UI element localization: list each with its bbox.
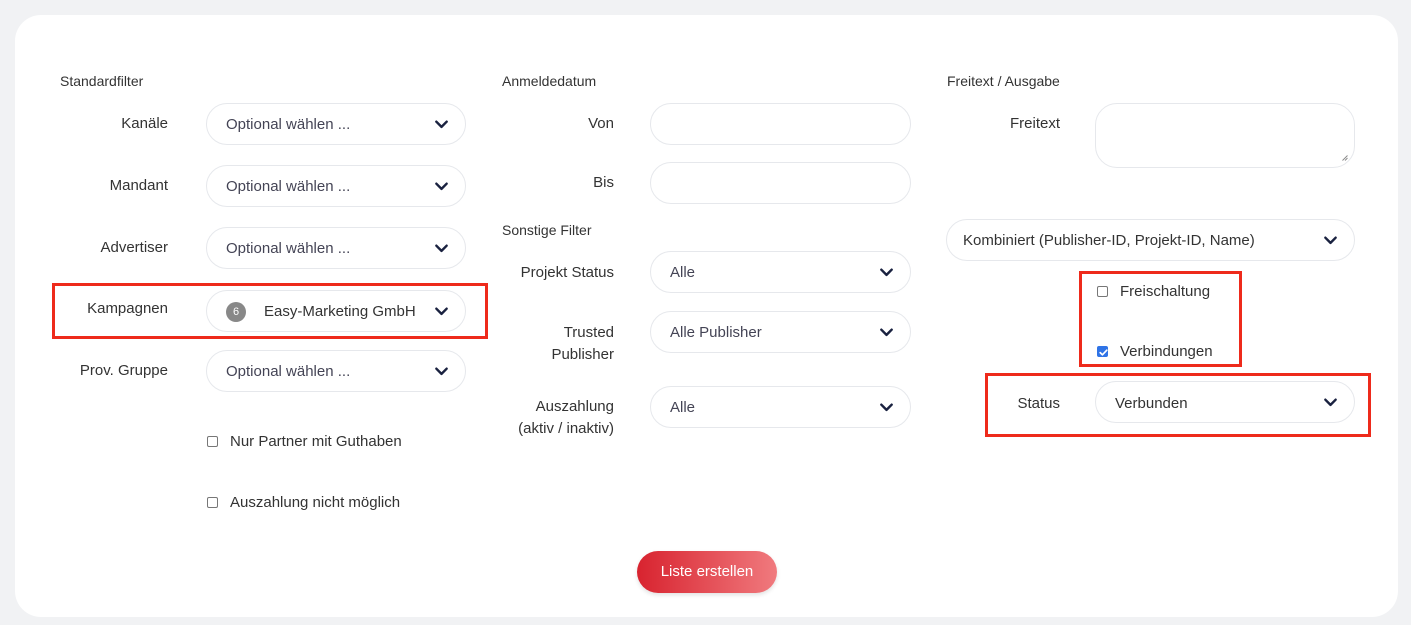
textarea-freitext[interactable]: [1095, 103, 1355, 168]
input-bis-date[interactable]: [650, 162, 911, 204]
select-projekt-status[interactable]: Alle: [650, 251, 911, 293]
select-mandant[interactable]: Optional wählen ...: [206, 165, 466, 207]
label-auszahlung-line2: (aktiv / inaktiv): [518, 420, 614, 437]
select-prov-gruppe-value: Optional wählen ...: [226, 363, 351, 380]
chevron-down-icon: [435, 367, 448, 376]
chevron-down-icon: [880, 403, 893, 412]
select-kanaele[interactable]: Optional wählen ...: [206, 103, 466, 145]
select-auszahlung-value: Alle: [670, 399, 696, 416]
liste-erstellen-button[interactable]: Liste erstellen: [637, 551, 777, 593]
resize-handle-icon[interactable]: [1342, 155, 1348, 161]
chevron-down-icon: [435, 182, 448, 191]
label-prov-gruppe: Prov. Gruppe: [79, 362, 168, 379]
select-kombiniert[interactable]: Kombiniert (Publisher-ID, Projekt-ID, Na…: [946, 219, 1355, 261]
select-auszahlung[interactable]: Alle: [650, 386, 911, 428]
section-sonstige-filter: Sonstige Filter: [502, 222, 592, 238]
select-projekt-status-value: Alle: [670, 264, 696, 281]
select-prov-gruppe[interactable]: Optional wählen ...: [206, 350, 466, 392]
label-advertiser: Advertiser: [100, 239, 168, 256]
select-trusted-publisher[interactable]: Alle Publisher: [650, 311, 911, 353]
chevron-down-icon: [435, 244, 448, 253]
select-kanaele-value: Optional wählen ...: [226, 116, 351, 133]
select-advertiser-value: Optional wählen ...: [226, 240, 351, 257]
label-trusted-line2: Publisher: [551, 346, 614, 363]
highlight-status: [985, 373, 1371, 437]
label-von: Von: [588, 115, 614, 132]
select-advertiser[interactable]: Optional wählen ...: [206, 227, 466, 269]
label-auszahlung-line1: Auszahlung: [535, 398, 614, 415]
chevron-down-icon: [1324, 236, 1337, 245]
select-mandant-value: Optional wählen ...: [226, 178, 351, 195]
highlight-checkboxes: [1079, 271, 1242, 367]
chevron-down-icon: [880, 328, 893, 337]
label-nur-partner-guthaben: Nur Partner mit Guthaben: [230, 433, 402, 450]
chevron-down-icon: [880, 268, 893, 277]
section-standardfilter: Standardfilter: [60, 73, 144, 89]
label-kanaele: Kanäle: [121, 115, 168, 132]
select-kombiniert-value: Kombiniert (Publisher-ID, Projekt-ID, Na…: [963, 232, 1255, 249]
section-freitext-ausgabe: Freitext / Ausgabe: [947, 73, 1060, 89]
label-bis: Bis: [593, 174, 614, 191]
label-trusted-line1: Trusted: [563, 324, 614, 341]
label-freitext: Freitext: [1009, 115, 1060, 132]
label-projekt-status: Projekt Status: [520, 264, 614, 281]
checkbox-auszahlung-nicht-moeglich[interactable]: [207, 497, 218, 508]
chevron-down-icon: [435, 120, 448, 129]
label-mandant: Mandant: [109, 177, 168, 194]
section-anmeldedatum: Anmeldedatum: [502, 73, 597, 89]
select-trusted-publisher-value: Alle Publisher: [670, 324, 762, 341]
label-auszahlung-nicht-moeglich: Auszahlung nicht möglich: [230, 494, 401, 511]
highlight-kampagnen: [52, 283, 488, 339]
checkbox-nur-partner-guthaben[interactable]: [207, 436, 218, 447]
input-von-date[interactable]: [650, 103, 911, 145]
